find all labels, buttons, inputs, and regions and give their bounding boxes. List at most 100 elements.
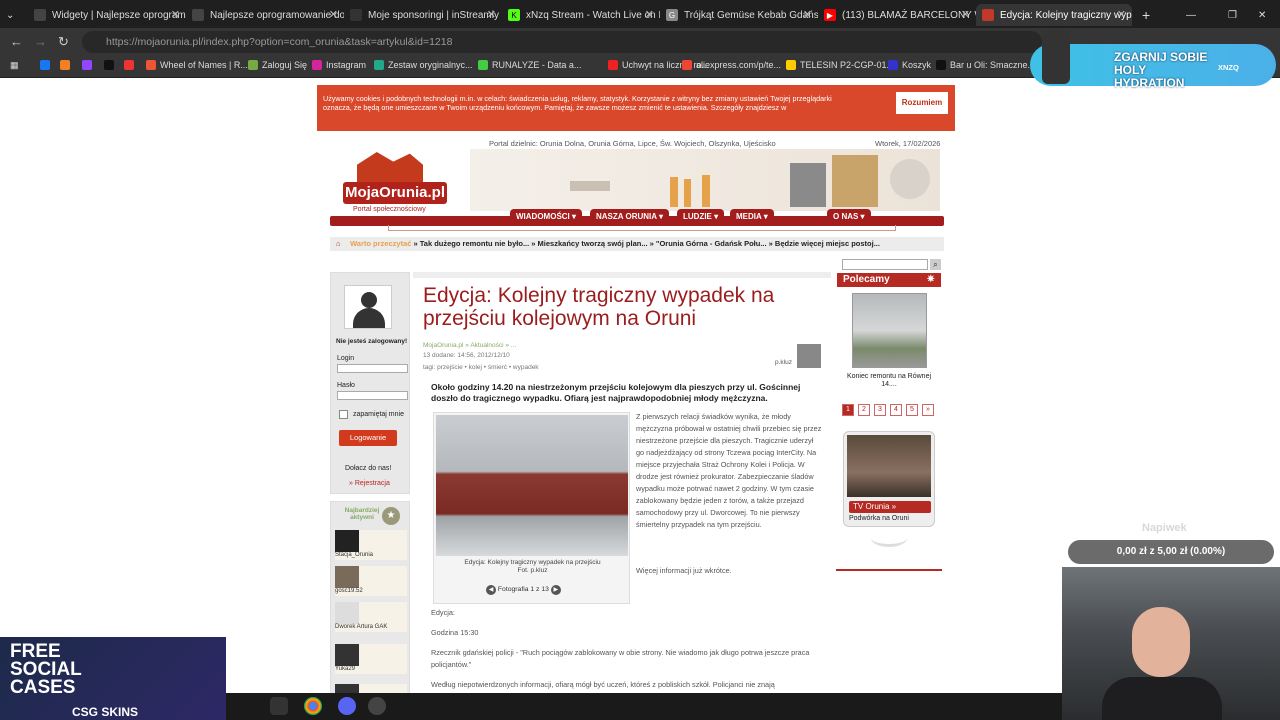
new-tab-button[interactable]: +	[1136, 4, 1154, 26]
menu-media[interactable]: MEDIA ▾	[730, 209, 774, 225]
sidebar-divider	[836, 569, 942, 571]
login-input[interactable]	[337, 364, 408, 373]
promo-code: XNZQ	[1218, 63, 1239, 72]
tab-active-article[interactable]: Edycja: Kolejny tragiczny wypa ✕	[976, 4, 1132, 26]
tv-orunia-widget[interactable]: TV Orunia » Podwórka na Oruni	[843, 431, 935, 551]
user-avatar	[335, 530, 359, 552]
forward-icon[interactable]: →	[34, 34, 47, 49]
recommended-title-link[interactable]: Koniec remontu na Równej 14....	[843, 373, 935, 389]
maximize-icon[interactable]: ❐	[1222, 4, 1242, 26]
prev-photo-icon[interactable]: ◀	[486, 585, 496, 595]
webcam-feed	[1062, 567, 1280, 720]
join-text: Dołacz do nas!	[345, 465, 392, 472]
home-icon[interactable]: ⌂	[336, 237, 341, 251]
article-tags[interactable]: tagi: przejście • kolej • śmierć • wypad…	[423, 364, 539, 371]
bookmark-2[interactable]	[60, 60, 74, 70]
bookmark-label: TELESIN P2-CGP-01...	[800, 60, 895, 70]
bookmark-icon	[60, 60, 70, 70]
tab-label: xNzq Stream - Watch Live on K	[526, 9, 660, 21]
tab-kebab[interactable]: G Trójkąt Gemüse Kebab Gdańsk ✕	[660, 4, 818, 26]
active-user[interactable]: Dworek Artura GAK	[335, 602, 407, 632]
tab-list-button[interactable]: ⌄	[0, 4, 26, 26]
google-favicon-icon: G	[666, 9, 678, 21]
bookmark-5[interactable]	[124, 60, 138, 70]
login-button[interactable]: Logowanie	[339, 430, 397, 446]
menu-ludzie[interactable]: LUDZIE ▾	[677, 209, 725, 225]
terminal-icon[interactable]	[270, 697, 288, 715]
minimize-icon[interactable]: —	[1180, 4, 1200, 26]
article: Edycja: Kolejny tragiczny wypadek na prz…	[413, 272, 831, 720]
close-tab-icon[interactable]: ✕	[329, 8, 338, 21]
article-lead: Około godziny 14.20 na niestrzeżonym prz…	[431, 382, 801, 403]
bookmark-bar-u-oli[interactable]: Bar u Oli: Smaczne...	[936, 60, 1035, 70]
facebook-icon	[40, 60, 50, 70]
train-photo[interactable]	[436, 415, 628, 556]
active-user[interactable]: gosc19.52	[335, 566, 407, 596]
bookmark-instagram[interactable]: Instagram	[312, 60, 366, 70]
next-page-button[interactable]: »	[922, 404, 934, 416]
active-user[interactable]: Stacja_Orunia	[335, 530, 407, 560]
bookmark-koszyk[interactable]: Koszyk	[888, 60, 931, 70]
close-tab-icon[interactable]: ✕	[803, 8, 812, 21]
page-4-button[interactable]: 4	[890, 404, 902, 416]
page-1-button[interactable]: 1	[842, 404, 854, 416]
back-icon[interactable]: ←	[10, 34, 23, 49]
close-tab-icon[interactable]: ✕	[1117, 8, 1126, 21]
bookmark-zestaw[interactable]: Zestaw oryginalnyc...	[374, 60, 473, 70]
menu-o-nas[interactable]: O NAS ▾	[827, 209, 871, 225]
search-icon[interactable]: ⌕	[930, 259, 941, 270]
mojaorunia-favicon-icon	[982, 9, 994, 21]
register-link[interactable]: » Rejestracja	[349, 480, 390, 487]
menu-nasza-orunia[interactable]: NASZA ORUNIA ▾	[590, 209, 669, 225]
bookmark-facebook[interactable]	[40, 60, 54, 70]
tv-orunia-label[interactable]: TV Orunia »	[849, 501, 931, 513]
menu-wiadomosci[interactable]: WIADOMOŚCI ▾	[510, 209, 583, 225]
cart-icon	[888, 60, 898, 70]
news-links[interactable]: » Tak dużego remontu nie było... » Miesz…	[414, 239, 880, 248]
tv-subtitle[interactable]: Podwórka na Oruni	[849, 515, 909, 522]
page-2-button[interactable]: 2	[858, 404, 870, 416]
bookmark-telesin[interactable]: TELESIN P2-CGP-01...	[786, 60, 894, 70]
page-5-button[interactable]: 5	[906, 404, 918, 416]
bookmark-twitch[interactable]	[82, 60, 96, 70]
close-tab-icon[interactable]: ✕	[961, 8, 970, 21]
streamer-body	[1102, 677, 1222, 720]
close-tab-icon[interactable]: ✕	[171, 8, 180, 21]
tab-najlepsze[interactable]: Najlepsze oprogramowanie do ✕	[186, 4, 344, 26]
tab-kick-stream[interactable]: KxNzq Stream - Watch Live on K ✕	[502, 4, 660, 26]
close-window-icon[interactable]: ✕	[1252, 4, 1272, 26]
article-title: Edycja: Kolejny tragiczny wypadek na prz…	[423, 284, 775, 330]
cookie-accept-button[interactable]: Rozumiem	[896, 92, 948, 114]
author-name[interactable]: p.kluz	[775, 359, 792, 366]
breadcrumb[interactable]: MojaOrunia.pl » Aktualności » ...	[423, 342, 516, 349]
chrome-icon[interactable]	[304, 697, 322, 715]
close-tab-icon[interactable]: ✕	[645, 8, 654, 21]
x-icon	[104, 60, 114, 70]
bookmark-aliexpress[interactable]: aliexpress.com/p/te...	[682, 60, 781, 70]
password-input[interactable]	[337, 391, 408, 400]
page-3-button[interactable]: 3	[874, 404, 886, 416]
address-bar[interactable]: https://mojaorunia.pl/index.php?option=c…	[82, 31, 1042, 53]
author-avatar[interactable]	[797, 344, 821, 368]
remember-checkbox[interactable]	[339, 410, 348, 419]
houses-logo-icon	[357, 152, 423, 184]
tab-youtube[interactable]: ▶ (113) BLAMAŻ BARCELONY W ✕	[818, 4, 976, 26]
tab-widgety[interactable]: Widgety | Najlepsze oprogramo ✕	[28, 4, 186, 26]
obs-icon[interactable]	[368, 697, 386, 715]
bookmark-zaloguj[interactable]: Zaloguj Się	[248, 60, 307, 70]
recommended-image[interactable]	[852, 293, 927, 368]
tab-instreamly[interactable]: Moje sponsoringi | inStreamly ✕	[344, 4, 502, 26]
gear-icon: ✷	[926, 274, 935, 285]
site-logo[interactable]: MojaOrunia.pl Portal społecznościowy	[343, 152, 447, 213]
discord-icon[interactable]	[338, 697, 356, 715]
active-user[interactable]: Yuka29	[335, 644, 407, 674]
tv-screen-image[interactable]	[847, 435, 931, 497]
next-photo-icon[interactable]: ▶	[550, 585, 561, 595]
search-input[interactable]	[842, 259, 928, 270]
close-tab-icon[interactable]: ✕	[487, 8, 496, 21]
reload-icon[interactable]: ↻	[58, 34, 69, 50]
apps-grid-icon[interactable]: ▦	[10, 60, 19, 71]
bookmark-runalyze[interactable]: RUNALYZE - Data a...	[478, 60, 581, 70]
bookmark-wheel-of-names[interactable]: Wheel of Names | R...	[146, 60, 248, 70]
bookmark-x[interactable]	[104, 60, 118, 70]
